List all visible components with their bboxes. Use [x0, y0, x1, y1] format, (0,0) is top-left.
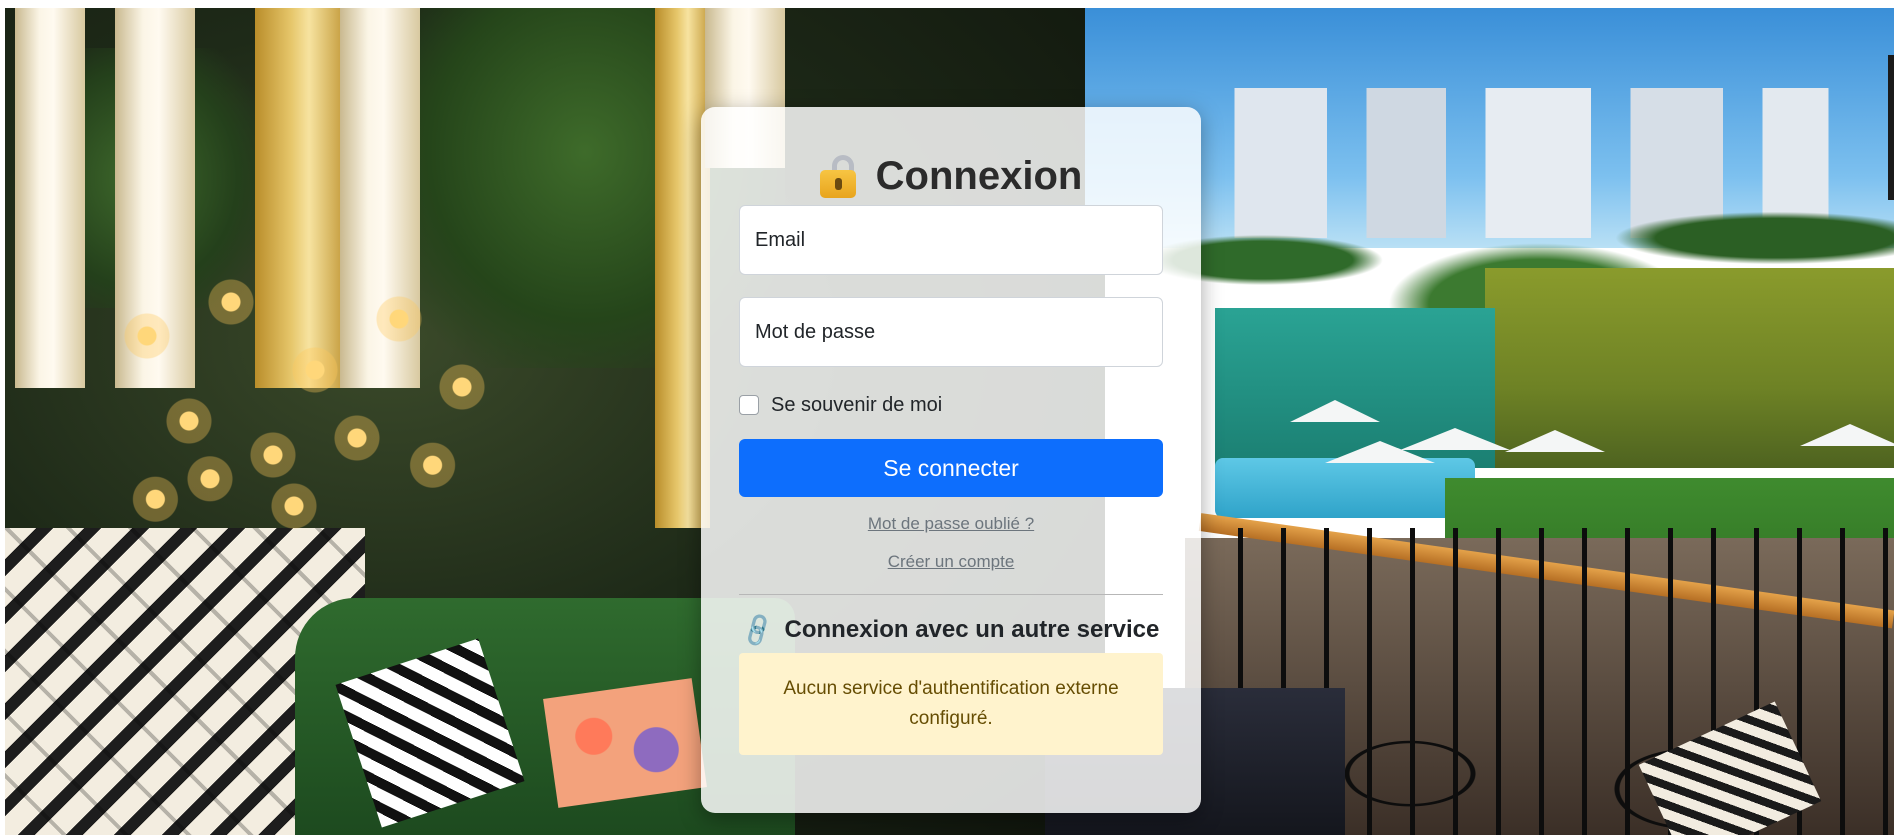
- link-icon: 🔗: [737, 610, 778, 650]
- remember-me-checkbox[interactable]: [739, 395, 759, 415]
- remember-me-label: Se souvenir de moi: [771, 393, 943, 416]
- external-login-title: Connexion avec un autre service: [784, 616, 1160, 643]
- page-title: Connexion: [875, 153, 1083, 198]
- login-button[interactable]: Se connecter: [739, 439, 1163, 497]
- email-field[interactable]: [739, 205, 1163, 275]
- remember-me-row[interactable]: Se souvenir de moi: [739, 393, 1163, 417]
- login-header: Connexion: [739, 147, 1163, 205]
- forgot-password-link[interactable]: Mot de passe oublié ?: [739, 514, 1163, 534]
- no-external-service-alert: Aucun service d'authentification externe…: [739, 653, 1163, 755]
- create-account-link[interactable]: Créer un compte: [739, 552, 1163, 572]
- password-field[interactable]: [739, 297, 1163, 367]
- external-login-header: 🔗 Connexion avec un autre service: [737, 610, 1163, 650]
- scroll-marker: [1888, 55, 1894, 200]
- divider: [739, 594, 1163, 595]
- lock-icon: [819, 155, 856, 198]
- login-card: Connexion Se souvenir de moi Se connecte…: [701, 107, 1201, 813]
